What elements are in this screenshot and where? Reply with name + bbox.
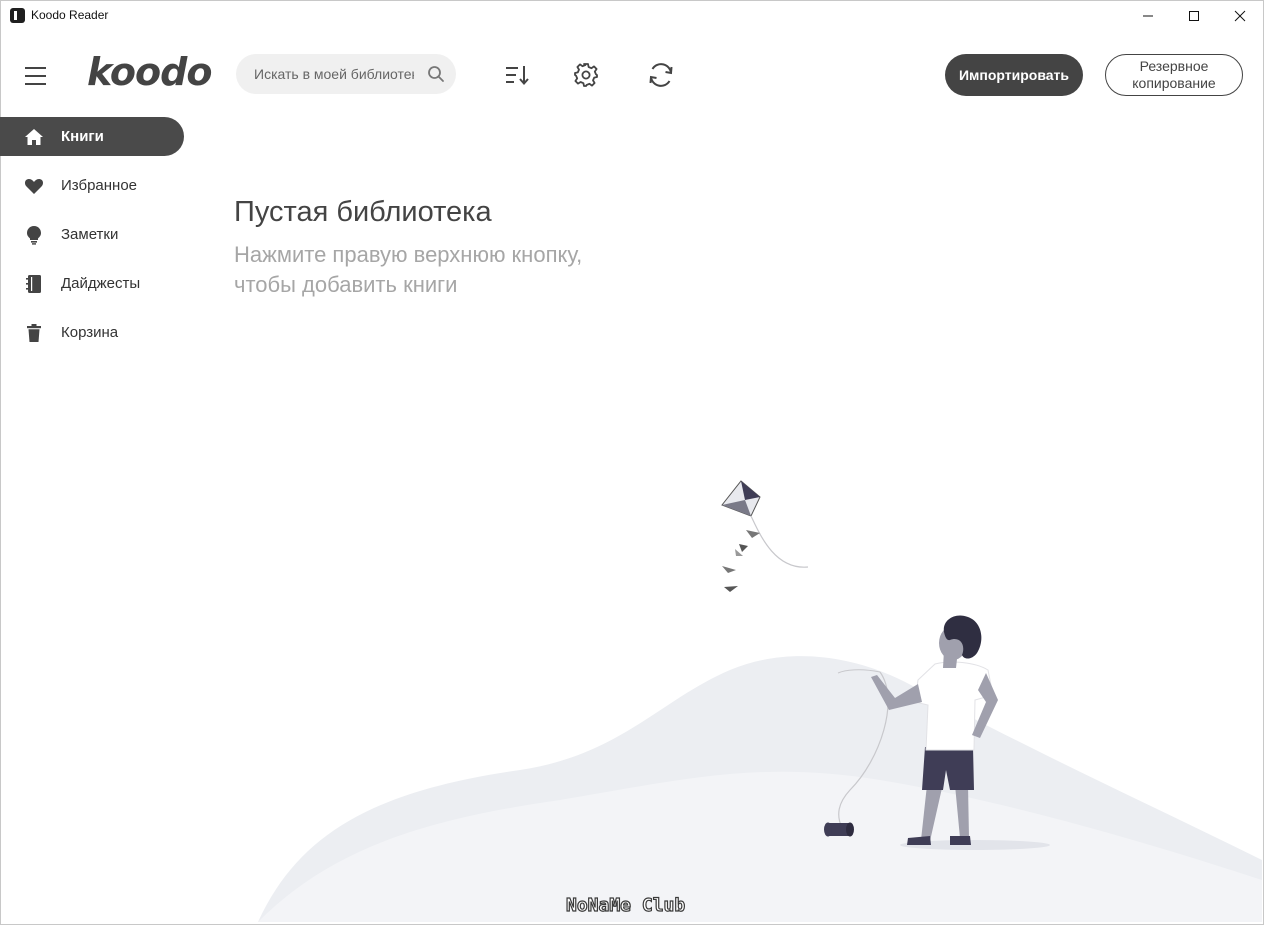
kite-icon: [721, 480, 809, 592]
import-button[interactable]: Импортировать: [945, 54, 1083, 96]
window-title: Koodo Reader: [31, 8, 109, 22]
gear-icon: [574, 63, 598, 87]
empty-library-title: Пустая библиотека: [234, 196, 492, 228]
sidebar-item-digests[interactable]: Дайджесты: [0, 264, 184, 303]
trash-icon: [27, 324, 41, 342]
maximize-button[interactable]: [1171, 1, 1217, 31]
sync-button[interactable]: [646, 60, 676, 90]
minimize-icon: [1143, 15, 1153, 17]
hamburger-menu-button[interactable]: [22, 62, 50, 90]
sidebar-item-label: Дайджесты: [61, 275, 141, 292]
empty-library-hint: Нажмите правую верхнюю кнопку, чтобы доб…: [234, 240, 654, 300]
sidebar-item-label: Избранное: [61, 177, 138, 194]
maximize-icon: [1189, 11, 1199, 21]
spool-icon: [824, 822, 854, 837]
sync-icon: [649, 63, 673, 87]
lightbulb-icon: [27, 226, 41, 245]
close-icon: [1234, 10, 1246, 22]
sidebar-item-favorites[interactable]: Избранное: [0, 166, 184, 205]
home-icon: [25, 129, 43, 145]
empty-library-illustration: [258, 480, 1262, 922]
sidebar-item-label: Книги: [61, 128, 104, 145]
minimize-button[interactable]: [1125, 1, 1171, 31]
watermark-text: NoNaMe Club: [565, 894, 686, 916]
backup-button[interactable]: Резервное копирование: [1105, 54, 1243, 96]
app-icon: [10, 8, 25, 23]
sidebar-item-books[interactable]: Книги: [0, 117, 184, 156]
settings-button[interactable]: [571, 60, 601, 90]
close-button[interactable]: [1217, 1, 1263, 31]
hamburger-icon: [25, 67, 46, 85]
sidebar-item-label: Корзина: [61, 324, 119, 341]
empty-hint-line-1: Нажмите правую верхнюю кнопку,: [234, 242, 583, 267]
empty-hint-line-2: чтобы добавить книги: [234, 272, 458, 297]
search-input[interactable]: [254, 54, 414, 94]
title-bar: Koodo Reader: [1, 1, 1263, 31]
app-logo: koodo: [87, 50, 212, 94]
sidebar-item-label: Заметки: [61, 226, 119, 243]
sort-button[interactable]: [502, 60, 532, 90]
notebook-icon: [26, 275, 41, 293]
sidebar-item-trash[interactable]: Корзина: [0, 313, 184, 352]
sidebar-item-notes[interactable]: Заметки: [0, 215, 184, 254]
heart-icon: [24, 178, 44, 194]
search-box[interactable]: [236, 54, 456, 94]
sort-icon: [506, 66, 529, 86]
search-icon[interactable]: [427, 65, 445, 83]
